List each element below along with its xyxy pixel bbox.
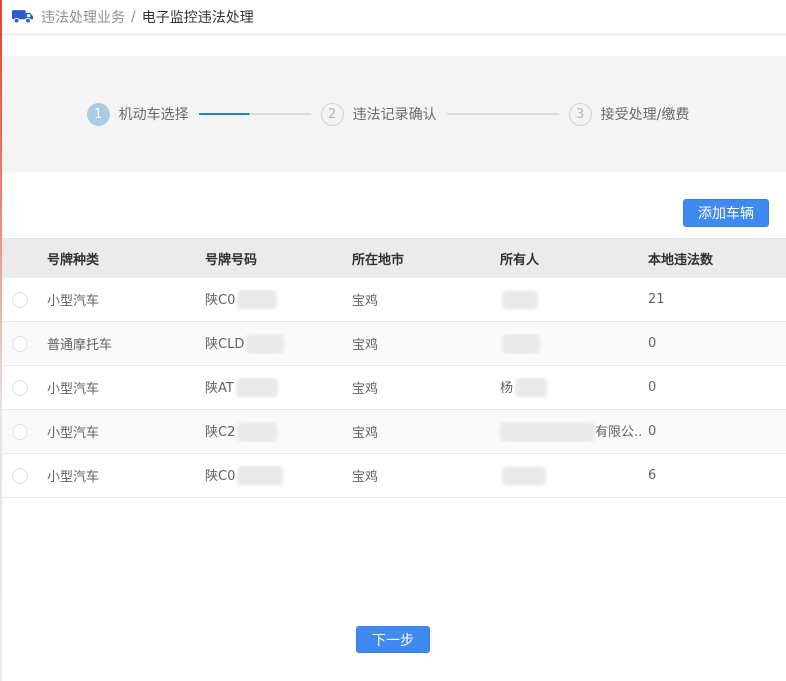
step-1-label: 机动车选择 — [119, 104, 189, 124]
table-header-row: 号牌种类 号牌号码 所在地市 所有人 本地违法数 — [0, 238, 786, 278]
stepper: 1 机动车选择 2 违法记录确认 3 接受处理/缴费 — [87, 103, 700, 126]
column-header-plate-type: 号牌种类 — [40, 249, 198, 268]
step-3-circle: 3 — [569, 103, 592, 126]
spacer — [0, 36, 786, 56]
cell-plate-type: 小型汽车 — [40, 290, 198, 309]
step-2-circle: 2 — [321, 103, 344, 126]
cell-owner — [493, 466, 641, 486]
column-header-plate-number: 号牌号码 — [198, 249, 345, 268]
step-1-circle: 1 — [87, 103, 110, 126]
redacted-text — [246, 334, 284, 354]
redacted-text — [237, 466, 283, 486]
add-vehicle-button[interactable]: 添加车辆 — [683, 199, 769, 227]
cell-violations: 21 — [641, 292, 786, 307]
redacted-text — [237, 422, 277, 442]
cell-owner: 有限公... — [493, 421, 641, 443]
redacted-text — [500, 422, 595, 442]
table-row[interactable]: 小型汽车 陕C2 宝鸡 有限公... 0 — [0, 410, 786, 454]
redacted-text — [515, 378, 547, 398]
vehicle-radio[interactable] — [12, 292, 28, 308]
redacted-text — [237, 290, 277, 310]
step-connector-1 — [199, 113, 311, 115]
vehicle-table: 号牌种类 号牌号码 所在地市 所有人 本地违法数 小型汽车 陕C0 宝鸡 21 … — [0, 238, 786, 498]
cell-violations: 0 — [641, 380, 786, 395]
cell-city: 宝鸡 — [345, 422, 493, 441]
cell-city: 宝鸡 — [345, 466, 493, 485]
step-connector-2 — [447, 113, 559, 115]
cell-violations: 0 — [641, 424, 786, 439]
table-row[interactable]: 小型汽车 陕C0 宝鸡 21 — [0, 278, 786, 322]
cell-plate-type: 普通摩托车 — [40, 334, 198, 353]
vehicle-radio[interactable] — [12, 424, 28, 440]
toolbar: 添加车辆 — [0, 172, 786, 238]
left-edge-accent — [0, 0, 2, 681]
step-3-label: 接受处理/缴费 — [601, 104, 690, 124]
cell-plate-type: 小型汽车 — [40, 378, 198, 397]
cell-plate-number: 陕C0 — [198, 289, 345, 311]
cell-plate-number: 陕C2 — [198, 421, 345, 443]
cell-owner: 杨 — [493, 377, 641, 399]
cell-plate-number: 陕AT — [198, 377, 345, 399]
truck-icon — [12, 8, 34, 25]
breadcrumb-separator: / — [131, 9, 136, 25]
next-step-button[interactable]: 下一步 — [356, 626, 430, 653]
column-header-owner: 所有人 — [493, 249, 641, 268]
cell-city: 宝鸡 — [345, 290, 493, 309]
cell-plate-type: 小型汽车 — [40, 422, 198, 441]
redacted-text — [502, 466, 546, 486]
cell-violations: 0 — [641, 336, 786, 351]
cell-owner — [493, 334, 641, 354]
vehicle-radio[interactable] — [12, 336, 28, 352]
cell-plate-number: 陕C0 — [198, 465, 345, 487]
step-2-label: 违法记录确认 — [353, 104, 437, 124]
table-row[interactable]: 小型汽车 陕C0 宝鸡 6 — [0, 454, 786, 498]
breadcrumb-section[interactable]: 违法处理业务 — [41, 7, 125, 27]
cell-plate-type: 小型汽车 — [40, 466, 198, 485]
table-row[interactable]: 小型汽车 陕AT 宝鸡 杨 0 — [0, 366, 786, 410]
cell-plate-number: 陕CLD — [198, 333, 345, 355]
vehicle-radio[interactable] — [12, 468, 28, 484]
breadcrumb: 违法处理业务 / 电子监控违法处理 — [0, 0, 786, 36]
breadcrumb-current-page: 电子监控违法处理 — [142, 7, 254, 27]
redacted-text — [502, 290, 538, 310]
cell-owner — [493, 290, 641, 310]
cell-city: 宝鸡 — [345, 334, 493, 353]
vehicle-radio[interactable] — [12, 380, 28, 396]
footer: 下一步 — [0, 498, 786, 653]
column-header-city: 所在地市 — [345, 249, 493, 268]
cell-city: 宝鸡 — [345, 378, 493, 397]
redacted-text — [502, 334, 540, 354]
table-row[interactable]: 普通摩托车 陕CLD 宝鸡 0 — [0, 322, 786, 366]
redacted-text — [236, 378, 278, 398]
cell-violations: 6 — [641, 468, 786, 483]
column-header-violations: 本地违法数 — [641, 249, 786, 268]
page: 违法处理业务 / 电子监控违法处理 1 机动车选择 2 违法记录确认 3 接受处… — [0, 0, 786, 681]
stepper-panel: 1 机动车选择 2 违法记录确认 3 接受处理/缴费 — [0, 56, 786, 172]
